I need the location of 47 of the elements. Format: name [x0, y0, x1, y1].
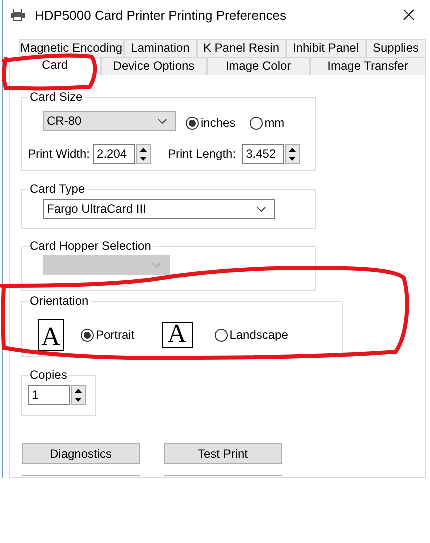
- up-arrow-icon: [75, 388, 82, 392]
- tab[interactable]: Inhibit Panel: [286, 39, 366, 57]
- field-label: Print Length:: [168, 147, 236, 161]
- down-arrow-icon: [289, 156, 296, 160]
- push-button[interactable]: Test Print: [164, 443, 282, 464]
- field-label: Print Width:: [28, 147, 90, 161]
- radio-button[interactable]: [250, 116, 263, 130]
- landscape-page-icon: A: [162, 322, 193, 348]
- group-label: Card Hopper Selection: [28, 239, 154, 253]
- dropdown[interactable]: Fargo UltraCard III: [43, 199, 275, 219]
- group-label: Orientation: [28, 294, 91, 308]
- chevron-icon: [152, 262, 161, 268]
- radio-button[interactable]: [81, 328, 94, 342]
- group-label: Copies: [28, 368, 70, 382]
- radio-label[interactable]: Portrait: [96, 328, 135, 342]
- group-label: Card Type: [28, 182, 88, 196]
- radio-label[interactable]: inches: [201, 116, 236, 130]
- printer-icon: [11, 9, 25, 21]
- chevron-icon: [158, 118, 167, 124]
- window-title: HDP5000 Card Printer Printing Preferences: [35, 8, 286, 22]
- spin-button[interactable]: [71, 385, 86, 405]
- push-button[interactable]: Diagnostics: [22, 443, 140, 464]
- group-label: Card Size: [28, 90, 85, 104]
- radio-label[interactable]: mm: [264, 116, 285, 130]
- close-icon[interactable]: [403, 9, 415, 21]
- portrait-page-icon: A: [38, 319, 64, 351]
- tab[interactable]: Supplies: [366, 39, 426, 57]
- number-field[interactable]: 3.452: [242, 144, 284, 164]
- number-field[interactable]: 1: [28, 385, 70, 405]
- tab[interactable]: Magnetic Encoding: [19, 39, 124, 57]
- spin-button[interactable]: [136, 144, 152, 164]
- radio-button[interactable]: [186, 116, 199, 130]
- number-field[interactable]: 2.204: [93, 144, 136, 164]
- radio-label[interactable]: Landscape: [230, 328, 288, 342]
- spin-button[interactable]: [285, 144, 300, 164]
- up-arrow-icon: [289, 148, 296, 152]
- down-arrow-icon: [140, 156, 148, 160]
- down-arrow-icon: [75, 398, 82, 402]
- tab[interactable]: Lamination: [124, 39, 197, 57]
- tab[interactable]: K Panel Resin: [197, 39, 286, 57]
- radio-button[interactable]: [214, 328, 228, 342]
- chevron-icon: [257, 206, 266, 212]
- tab[interactable]: Device Options: [101, 57, 207, 75]
- tab[interactable]: Image Transfer: [310, 57, 426, 75]
- tab[interactable]: Image Color: [207, 57, 310, 75]
- up-arrow-icon: [140, 148, 148, 152]
- dropdown[interactable]: CR-80: [43, 111, 176, 131]
